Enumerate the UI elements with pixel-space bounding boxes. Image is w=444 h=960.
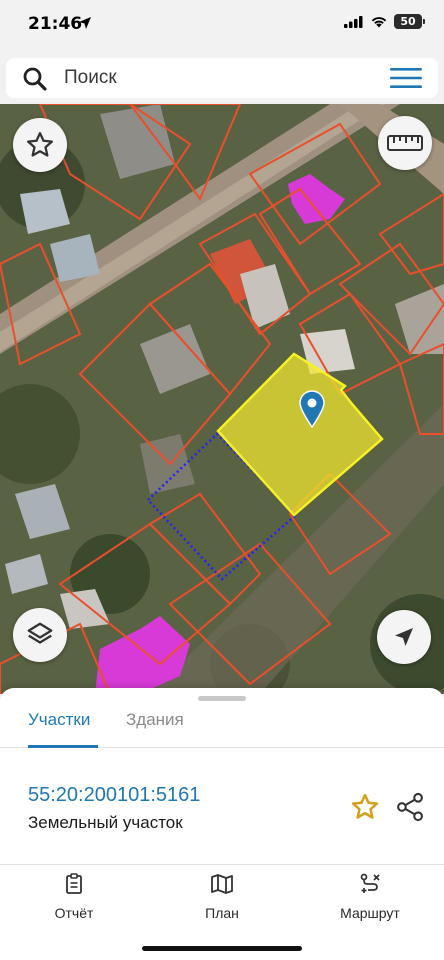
layers-button[interactable] — [13, 608, 67, 662]
battery-indicator: 50 — [394, 14, 425, 29]
tab-parcels[interactable]: Участки — [28, 710, 90, 730]
favorites-button[interactable] — [13, 118, 67, 172]
cadastral-number[interactable]: 55:20:200101:5161 — [28, 784, 200, 807]
status-time: 21:46 — [28, 14, 83, 34]
favorite-star-icon[interactable] — [350, 792, 380, 822]
nav-route-label: Маршрут — [340, 905, 400, 921]
nav-report-label: Отчёт — [54, 905, 94, 921]
sheet-grabber[interactable] — [198, 696, 246, 701]
bottom-sheet: Участки Здания 55:20:200101:5161 Земельн… — [0, 688, 444, 960]
search-input[interactable] — [64, 64, 364, 92]
my-location-button[interactable] — [377, 610, 431, 664]
home-indicator — [142, 946, 302, 951]
hamburger-menu-icon[interactable] — [390, 67, 422, 89]
active-tab-indicator — [28, 745, 98, 748]
report-icon — [66, 873, 82, 894]
nav-plan-label: План — [205, 905, 239, 921]
tab-buildings[interactable]: Здания — [126, 710, 184, 730]
star-outline-icon — [27, 132, 53, 157]
search-icon[interactable] — [22, 66, 48, 92]
search-area — [0, 50, 444, 104]
nav-plan[interactable]: План — [162, 873, 282, 921]
bottom-nav: Отчёт План Маршрут — [0, 865, 444, 925]
status-bar: 21:46 50 — [0, 0, 444, 50]
search-bar[interactable] — [6, 58, 438, 98]
nav-report[interactable]: Отчёт — [14, 873, 134, 921]
navigation-arrow-icon — [395, 628, 413, 646]
route-icon — [360, 873, 380, 893]
status-indicators: 50 — [344, 14, 425, 29]
map-imagery — [0, 104, 444, 694]
layers-icon — [27, 622, 53, 644]
map-pin-icon[interactable] — [298, 390, 326, 428]
satellite-map[interactable] — [0, 104, 444, 694]
map-plan-icon — [211, 874, 233, 894]
ruler-icon — [387, 135, 423, 151]
wifi-icon — [371, 17, 387, 28]
parcel-type-label: Земельный участок — [28, 813, 183, 832]
cellular-signal-icon — [344, 15, 363, 28]
nav-route[interactable]: Маршрут — [310, 873, 430, 921]
sheet-tabs: Участки Здания — [0, 708, 444, 748]
ruler-button[interactable] — [378, 116, 432, 170]
location-arrow-icon — [79, 17, 91, 29]
share-icon[interactable] — [396, 792, 424, 822]
